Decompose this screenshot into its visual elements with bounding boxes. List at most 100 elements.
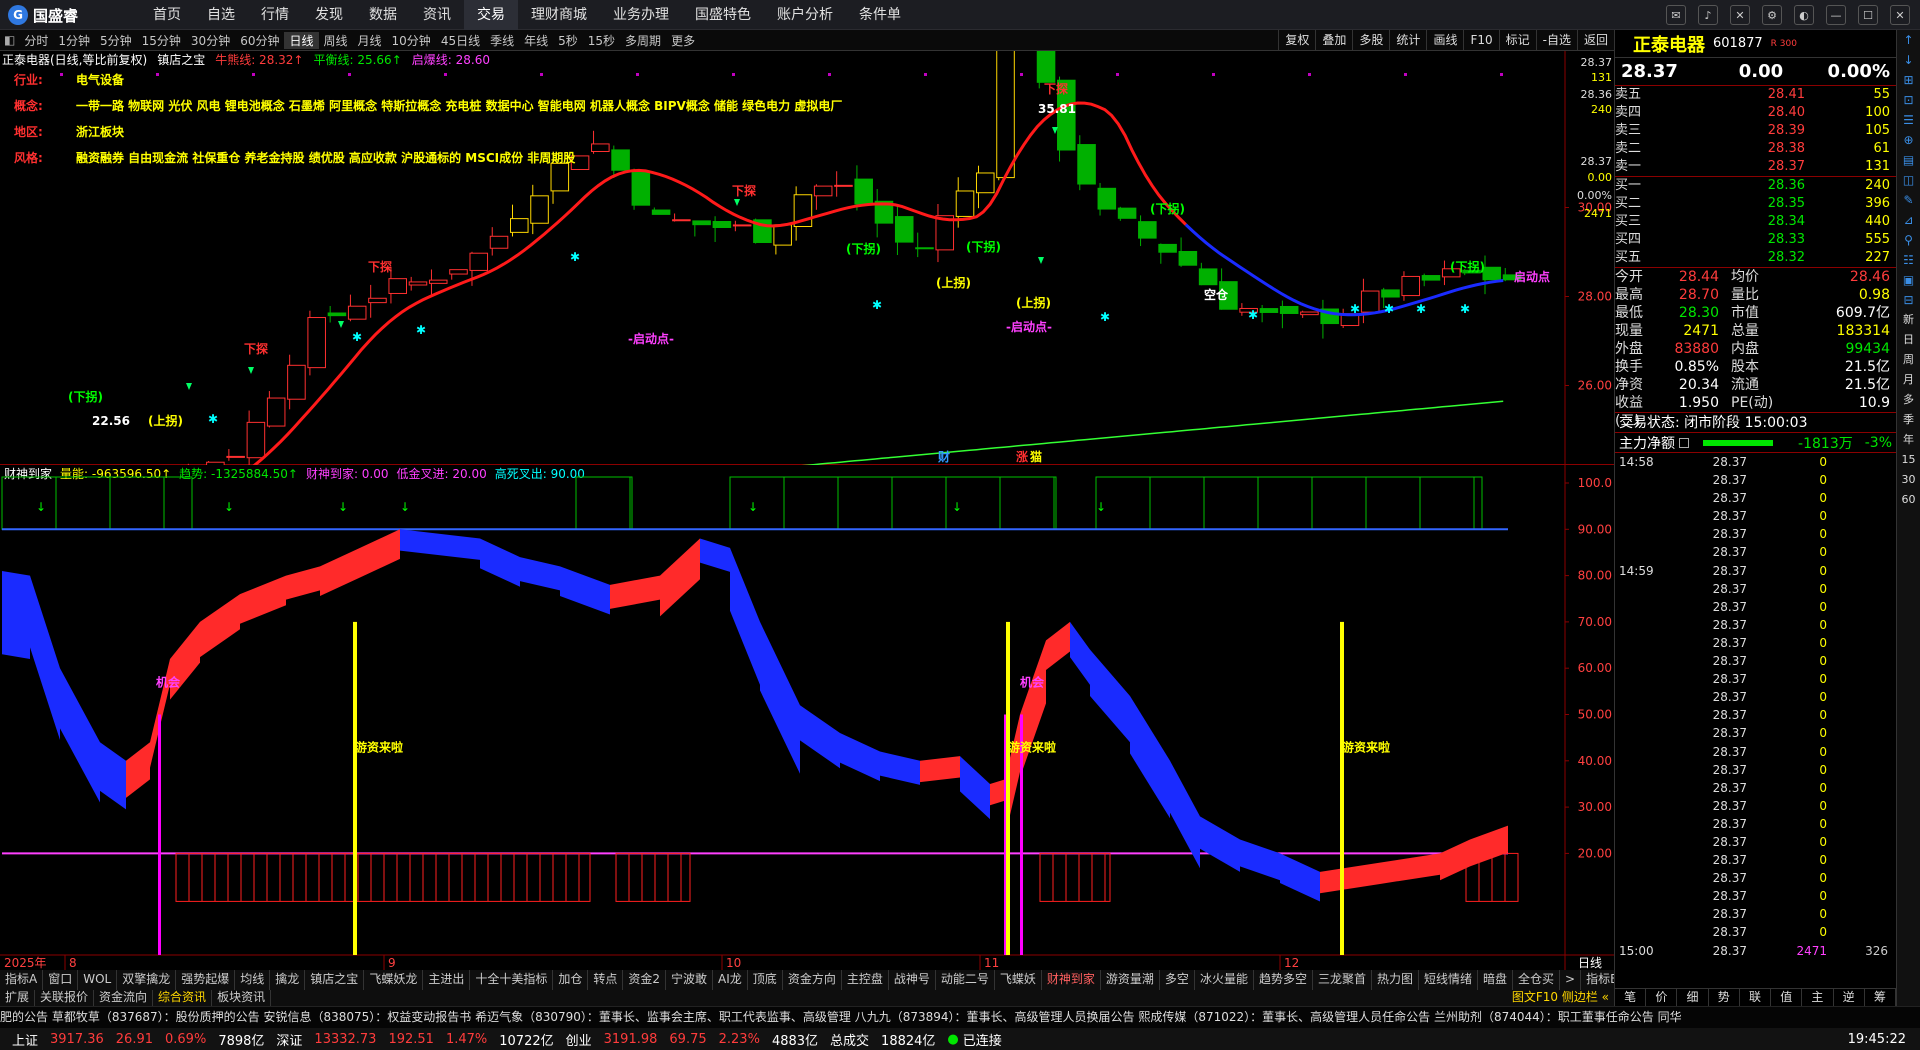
indicator-tab[interactable]: 双擎擒龙 bbox=[117, 970, 177, 990]
menu-item[interactable]: 国盛特色 bbox=[682, 0, 764, 30]
indicator-tab[interactable]: 飞蝶妖 bbox=[995, 970, 1042, 990]
period-item[interactable]: 15分钟 bbox=[137, 32, 186, 49]
period-item[interactable]: 日线 bbox=[284, 31, 319, 49]
period-item[interactable]: 10分钟 bbox=[387, 32, 436, 49]
indicator-tab[interactable]: 飞蝶妖龙 bbox=[364, 970, 424, 990]
sh-label[interactable]: 上证 bbox=[12, 1030, 38, 1049]
menu-item[interactable]: 条件单 bbox=[846, 0, 914, 30]
chart-tool-button[interactable]: 复权 bbox=[1278, 30, 1315, 51]
order-row[interactable]: 卖一 28.37 131 bbox=[1615, 158, 1896, 176]
indicator-tab[interactable]: 暗盘 bbox=[1478, 970, 1514, 990]
menu-item[interactable]: 资讯 bbox=[410, 0, 464, 30]
indicator-tab[interactable]: 转点 bbox=[588, 970, 624, 990]
order-row[interactable]: 卖四 28.40 100 bbox=[1615, 104, 1896, 122]
period-item[interactable]: 月线 bbox=[353, 32, 387, 49]
menu-item[interactable]: 数据 bbox=[356, 0, 410, 30]
sidebar-period-button[interactable]: 周 bbox=[1897, 350, 1920, 370]
chart-tool-button[interactable]: 返回 bbox=[1576, 30, 1614, 51]
indicator-tab[interactable]: 动能二号 bbox=[936, 970, 995, 990]
order-row[interactable]: 卖三 28.39 105 bbox=[1615, 122, 1896, 140]
chart-tool-button[interactable]: 叠加 bbox=[1315, 30, 1352, 51]
indicator-tab[interactable]: 十全十美指标 bbox=[470, 970, 554, 990]
indicator-tab[interactable]: 资金方向 bbox=[783, 970, 842, 990]
menu-item[interactable]: 账户分析 bbox=[764, 0, 846, 30]
sidebar-period-button[interactable]: 新 bbox=[1897, 310, 1920, 330]
period-item[interactable]: 1分钟 bbox=[53, 32, 95, 49]
main-flow-checkbox[interactable] bbox=[1679, 437, 1689, 448]
indicator-tab[interactable]: WOL bbox=[78, 970, 118, 990]
menu-item[interactable]: 行情 bbox=[248, 0, 302, 30]
sub-indicator-chart[interactable]: 100.0 90.00 80.00 70.00 60.00 50.00 40.00 30.00… bbox=[0, 465, 1614, 970]
sidebar-period-button[interactable]: 季 bbox=[1897, 410, 1920, 430]
quote-tab[interactable]: 联 bbox=[1740, 989, 1772, 1006]
quote-tab[interactable]: 值 bbox=[1771, 989, 1803, 1006]
indicator-tab[interactable]: 擒龙 bbox=[270, 970, 306, 990]
info-tab[interactable]: 关联报价 bbox=[35, 990, 95, 1006]
sidebar-period-button[interactable]: 30 bbox=[1897, 470, 1920, 490]
order-row[interactable]: 卖二 28.38 61 bbox=[1615, 140, 1896, 158]
main-kline-chart[interactable]: 30.0028.0026.0024.0022.0028.3713128.3624… bbox=[0, 0, 1614, 571]
info-tab[interactable]: 资金流向 bbox=[94, 990, 154, 1006]
period-toggle-icon[interactable]: ◧ bbox=[0, 33, 19, 47]
chart-tool-button[interactable]: 多股 bbox=[1352, 30, 1389, 51]
minimize-icon[interactable]: — bbox=[1826, 5, 1846, 25]
sidebar-period-button[interactable]: 月 bbox=[1897, 370, 1920, 390]
indicator-tab[interactable]: 热力图 bbox=[1372, 970, 1419, 990]
order-row[interactable]: 买二 28.35 396 bbox=[1615, 195, 1896, 213]
sidebar-period-button[interactable]: 日 bbox=[1897, 330, 1920, 350]
period-item[interactable]: 周线 bbox=[319, 32, 353, 49]
indicator-tab[interactable]: 顶底 bbox=[748, 970, 783, 990]
quote-tab[interactable]: 主 bbox=[1802, 989, 1834, 1006]
news-ticker[interactable]: 肥的公告 草都牧草（837687）：股份质押的公告 安锐信息（838075）：权… bbox=[0, 1006, 1920, 1028]
indicator-tab[interactable]: 主控盘 bbox=[842, 970, 889, 990]
cy-label[interactable]: 创业 bbox=[566, 1030, 592, 1049]
indicator-tab[interactable]: 强势起爆 bbox=[176, 970, 236, 990]
sidebar-period-button[interactable]: 多 bbox=[1897, 390, 1920, 410]
indicator-tab[interactable]: 财神到家 bbox=[1042, 970, 1101, 990]
menu-item[interactable]: 首页 bbox=[140, 0, 194, 30]
info-tab[interactable]: 扩展 bbox=[0, 990, 36, 1006]
chart-tool-button[interactable]: -自选 bbox=[1535, 30, 1577, 51]
chart-tool-button[interactable]: 统计 bbox=[1389, 30, 1426, 51]
message-icon[interactable]: ✉ bbox=[1666, 5, 1686, 25]
sidebar-tool-icon[interactable]: ☰ bbox=[1897, 110, 1920, 130]
quote-tab[interactable]: 筹 bbox=[1865, 989, 1896, 1006]
indicator-tab[interactable]: 窗口 bbox=[43, 970, 79, 990]
menu-item[interactable]: 交易 bbox=[464, 0, 518, 30]
indicator-tab[interactable]: 游资量潮 bbox=[1101, 970, 1160, 990]
order-row[interactable]: 卖五 28.41 55 bbox=[1615, 86, 1896, 104]
maximize-icon[interactable]: ☐ bbox=[1858, 5, 1878, 25]
indicator-tab[interactable]: 战神号 bbox=[889, 970, 936, 990]
indicator-tab[interactable]: 多空 bbox=[1160, 970, 1195, 990]
tick-list[interactable]: 14:58 28.37 0 28.37 0 28.37 0 28.37 0 28.37 0 28.37… bbox=[1615, 453, 1896, 960]
menu-item[interactable]: 理财商城 bbox=[518, 0, 600, 30]
indicator-tab[interactable]: 指标A bbox=[0, 970, 44, 990]
period-item[interactable]: 45日线 bbox=[436, 32, 485, 49]
period-item[interactable]: 多周期 bbox=[620, 32, 666, 49]
indicator-tab[interactable]: 加仓 bbox=[553, 970, 589, 990]
indicator-tab[interactable]: 趋势多空 bbox=[1254, 970, 1313, 990]
sidebar-tool-icon[interactable]: ⊕ bbox=[1897, 130, 1920, 150]
quote-tab[interactable]: 笔 bbox=[1615, 989, 1647, 1006]
period-item[interactable]: 季线 bbox=[485, 32, 519, 49]
sidebar-tool-icon[interactable]: ⚲ bbox=[1897, 230, 1920, 250]
sidebar-tool-icon[interactable]: ▤ bbox=[1897, 150, 1920, 170]
order-row[interactable]: 买一 28.36 240 bbox=[1615, 177, 1896, 195]
order-row[interactable]: 买四 28.33 555 bbox=[1615, 231, 1896, 249]
chart-tool-button[interactable]: F10 bbox=[1463, 30, 1498, 51]
period-item[interactable]: 5秒 bbox=[553, 32, 583, 49]
chart-tool-button[interactable]: 标记 bbox=[1498, 30, 1536, 51]
order-row[interactable]: 买三 28.34 440 bbox=[1615, 213, 1896, 231]
info-tab[interactable]: 板块资讯 bbox=[212, 990, 272, 1006]
sidebar-tool-icon[interactable]: ↑ bbox=[1897, 30, 1920, 50]
period-item[interactable]: 30分钟 bbox=[186, 32, 235, 49]
quote-tab[interactable]: 势 bbox=[1709, 989, 1740, 1006]
indicator-tab[interactable]: 宁波敢 bbox=[666, 970, 714, 990]
period-item[interactable]: 更多 bbox=[666, 32, 700, 49]
indicator-tab[interactable]: AI龙 bbox=[713, 970, 748, 990]
quote-tab[interactable]: 逆 bbox=[1834, 989, 1865, 1006]
indicator-tab[interactable]: 主进出 bbox=[423, 970, 471, 990]
tools-icon[interactable]: ✕ bbox=[1730, 5, 1750, 25]
indicator-tab[interactable]: 资金2 bbox=[623, 970, 667, 990]
indicator-tab[interactable]: 均线 bbox=[235, 970, 271, 990]
